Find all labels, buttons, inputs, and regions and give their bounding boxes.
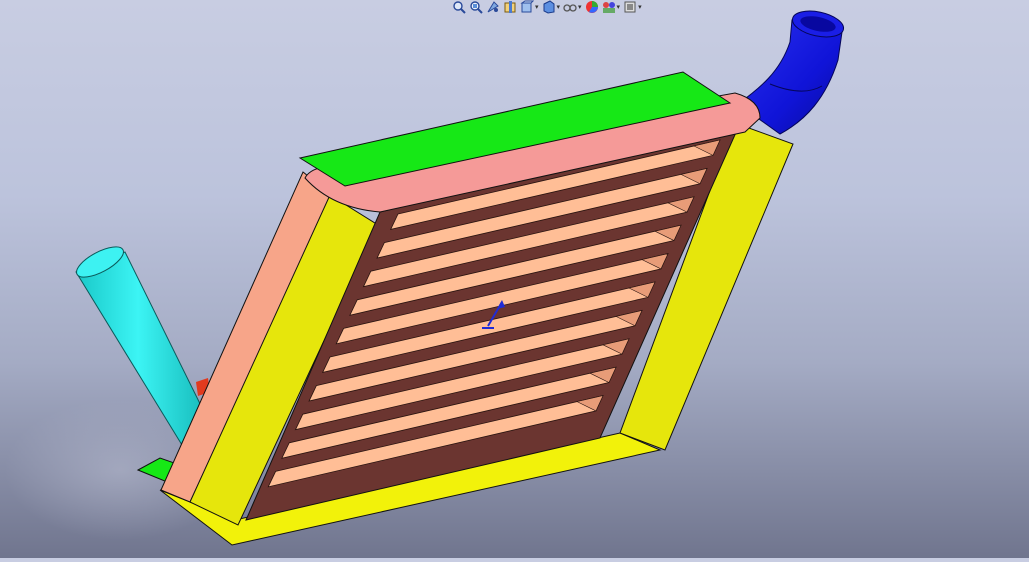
- edit-appearance-button[interactable]: [585, 0, 599, 14]
- chevron-down-icon[interactable]: ▾: [557, 0, 561, 14]
- previous-view-icon: [487, 1, 499, 13]
- zoom-to-area-button[interactable]: [469, 0, 483, 14]
- chevron-down-icon[interactable]: ▾: [578, 0, 582, 14]
- chevron-down-icon[interactable]: ▾: [535, 0, 539, 14]
- chevron-down-icon[interactable]: ▾: [638, 0, 642, 14]
- hide-show-items-icon: [563, 4, 577, 12]
- apply-scene-button[interactable]: ▾: [602, 0, 621, 14]
- view-orientation-button[interactable]: ▾: [520, 0, 539, 14]
- heads-up-view-toolbar: ▾ ▾ ▾ ▾ ▾: [452, 0, 642, 14]
- zoom-to-fit-button[interactable]: [452, 0, 466, 14]
- view-orientation-icon: [520, 0, 534, 13]
- edit-appearance-icon: [585, 1, 598, 13]
- apply-scene-icon: [602, 2, 615, 13]
- display-style-button[interactable]: ▾: [542, 0, 561, 14]
- chevron-down-icon[interactable]: ▾: [617, 0, 621, 14]
- model-graphics[interactable]: [0, 0, 1029, 558]
- zoom-to-fit-icon: [453, 1, 466, 14]
- section-view-icon: [504, 1, 516, 13]
- view-settings-button[interactable]: ▾: [623, 0, 642, 14]
- section-view-button[interactable]: [503, 0, 517, 14]
- model-viewport[interactable]: ▾ ▾ ▾ ▾ ▾: [0, 0, 1029, 558]
- previous-view-button[interactable]: [486, 0, 500, 14]
- zoom-to-area-icon: [470, 1, 483, 14]
- view-settings-icon: [624, 1, 636, 13]
- display-style-icon: [543, 0, 555, 14]
- hide-show-items-button[interactable]: ▾: [563, 0, 582, 14]
